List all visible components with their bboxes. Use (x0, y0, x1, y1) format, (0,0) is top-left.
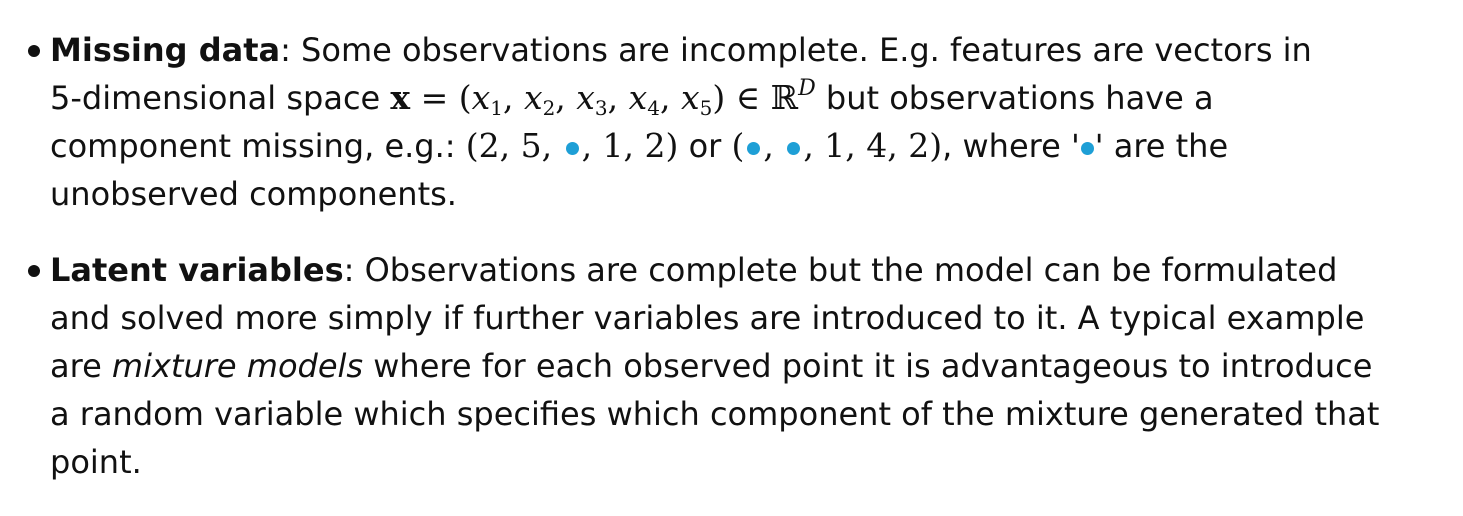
term-missing-data: Missing data (50, 31, 281, 69)
missing-line-3: component missing, e.g.: (2, 5, , 1, 2) … (50, 126, 1229, 165)
latent-line-2: and solved more simply if further variab… (50, 299, 1365, 337)
vector-x: x (390, 78, 411, 117)
latent-line-4: a random variable which specifies which … (50, 395, 1380, 433)
example-2: (, , 1, 4, 2) (731, 126, 943, 165)
bullet-icon (28, 265, 40, 277)
missing-line-1: Missing data: Some observations are inco… (50, 26, 1312, 74)
missing-l3-a: component missing, e.g.: (50, 127, 466, 165)
latent-line-5: point. (50, 443, 142, 481)
missing-marker-icon (747, 142, 761, 155)
missing-marker-icon (565, 142, 579, 155)
missing-l2-b: but observations have a (815, 79, 1214, 117)
mixture-models-emphasis: mixture models (111, 347, 364, 385)
missing-line-4: unobserved components. (50, 175, 457, 213)
latent-line-3: are mixture models where for each observ… (50, 347, 1373, 385)
vector-definition: x = (x1, x2, x3, x4, x5) ∈ ℝD (390, 76, 816, 120)
term-latent-variables: Latent variables (50, 251, 344, 289)
missing-line-2: 5-dimensional space x = (x1, x2, x3, x4,… (50, 74, 1214, 122)
dimension-d: D (798, 76, 816, 101)
slide: Missing data: Some observations are inco… (0, 0, 1463, 516)
missing-marker-icon (1080, 142, 1094, 155)
missing-marker-icon (787, 142, 801, 155)
reals-symbol: ℝ (770, 78, 799, 117)
latent-line-1: Latent variables: Observations are compl… (50, 251, 1338, 289)
bullet-icon (28, 45, 40, 57)
example-1: (2, 5, , 1, 2) (465, 126, 679, 165)
missing-l2-a: 5-dimensional space (50, 79, 391, 117)
missing-intro: : Some observations are incomplete. E.g.… (280, 31, 1312, 69)
